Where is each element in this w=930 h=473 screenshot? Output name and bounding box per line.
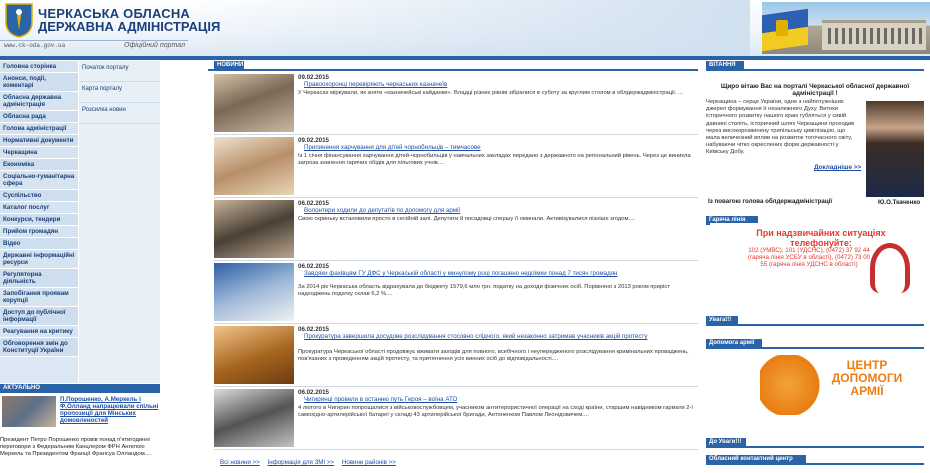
news-image[interactable] <box>214 263 294 321</box>
news-image[interactable] <box>214 74 294 132</box>
left-navigation: Головна сторінка Анонси, події, коментар… <box>0 61 78 383</box>
emergency-title: При надзвичайних ситуаціях телефонуйте: <box>756 228 886 248</box>
all-news-link[interactable]: Всі новини >> <box>220 459 260 466</box>
header: ЧЕРКАСЬКА ОБЛАСНА ДЕРЖАВНА АДМІНІСТРАЦІЯ… <box>0 0 930 58</box>
news-item: 09.02.2015 Правоохоронці перевіряють чер… <box>214 74 698 135</box>
news-title-link[interactable]: Завдяки фахівцям ГУ ДФС у Черкаській обл… <box>304 270 694 277</box>
building-windows <box>828 28 922 44</box>
greeting-text: Черкащина – серце України, одне з найпот… <box>706 99 855 156</box>
nav-item[interactable]: Анонси, події, коментарі <box>0 73 78 92</box>
news-text: Прокуратура Черкаської області продовжує… <box>298 349 689 363</box>
news-item: 06.02.2015 Чигиринці провели в останню п… <box>214 389 698 450</box>
news-item: 06.02.2015 Волонтери ходили до депутатів… <box>214 200 698 261</box>
nav-item[interactable]: Прийом громадян <box>0 226 78 238</box>
portal-label: Офіційний портал <box>124 42 186 49</box>
right-column: ВІТАННЯ Щиро вітаю Вас на порталі Черкас… <box>706 61 924 473</box>
nav-item[interactable]: Голова адміністрації <box>0 123 78 135</box>
news-title-link[interactable]: Припинення харчування для дітей чорнобил… <box>304 144 694 151</box>
district-news-link[interactable]: Новини районів >> <box>342 459 396 466</box>
nav-item[interactable]: Державні інформаційні ресурси <box>0 250 78 269</box>
news-title-link[interactable]: Правоохоронці перевіряють черкаських каз… <box>304 81 694 88</box>
news-date: 09.02.2015 <box>298 137 329 144</box>
actual-image[interactable] <box>2 396 56 427</box>
nav-item[interactable]: Відео <box>0 238 78 250</box>
greeting-title: Щиро вітаю Вас на порталі Черкаської обл… <box>720 83 910 97</box>
news-title-link[interactable]: Волонтери ходили до депутатів по допомог… <box>304 207 694 214</box>
news-text: Свою скриньку встановили просто в сесійн… <box>298 216 635 222</box>
actual-text: Президент Петро Порошенко провів понад п… <box>0 437 152 457</box>
actual-title-link[interactable]: П.Порошенко, А.Меркель і Ф.Олланд напрац… <box>60 396 160 424</box>
news-date: 06.02.2015 <box>298 326 329 333</box>
news-image[interactable] <box>214 389 294 447</box>
governor-name: Ю.О.Ткаченко <box>878 199 921 206</box>
trident-icon <box>776 20 788 36</box>
nav-item[interactable]: Нормативні документи <box>0 135 78 147</box>
emergency-phones: 102 (УМВС), 101 (УДСНС), (0472) 37 92 44… <box>747 247 871 268</box>
nav-item[interactable]: Головна сторінка <box>0 61 78 73</box>
header-divider <box>0 40 188 41</box>
nav-item[interactable]: Обласна рада <box>0 111 78 123</box>
attention-divider-2 <box>706 446 924 448</box>
news-image[interactable] <box>214 326 294 384</box>
nav-item[interactable]: Реагування на критику <box>0 326 78 338</box>
site-title-line2[interactable]: ДЕРЖАВНА АДМІНІСТРАЦІЯ <box>38 19 220 34</box>
governor-caption: Із повагою голова облдержадміністрації <box>708 198 833 205</box>
subnav-home[interactable]: Початок порталу <box>79 61 160 82</box>
army-help-text: ЦЕНТР ДОПОМОГИ АРМІЇ <box>831 358 903 398</box>
attention-divider-1 <box>706 324 924 326</box>
nav-item[interactable]: Черкащина <box>0 147 78 159</box>
news-title-link[interactable]: Чигиринці провели в останню путь Героя –… <box>304 396 694 403</box>
page: ЧЕРКАСЬКА ОБЛАСНА ДЕРЖАВНА АДМІНІСТРАЦІЯ… <box>0 0 930 473</box>
coat-of-arms-icon[interactable] <box>4 2 34 38</box>
news-text: За 2014 рік Черкаська область відрахувал… <box>298 284 670 298</box>
contact-center-divider <box>706 463 924 465</box>
news-title-link[interactable]: Прокуратура завершила досудове розслідув… <box>304 333 694 340</box>
news-item: 06.02.2015 Прокуратура завершила досудов… <box>214 326 698 387</box>
greeting-divider <box>706 69 924 71</box>
greeting-more-link[interactable]: Докладніше >> <box>814 164 861 171</box>
header-gradient <box>190 0 750 58</box>
news-date: 06.02.2015 <box>298 263 329 270</box>
emergency-banner[interactable]: При надзвичайних ситуаціях телефонуйте: … <box>710 223 924 309</box>
top-bar <box>0 56 930 60</box>
news-footer-links: Всі новини >> Інформація для ЗМІ >> Нови… <box>220 459 402 466</box>
nav-item[interactable]: Доступ до публічної інформації <box>0 307 78 326</box>
news-section: НОВИНИ 09.02.2015 Правоохоронці перевіря… <box>208 61 698 473</box>
news-item: 06.02.2015 Завдяки фахівцям ГУ ДФС у Чер… <box>214 263 698 324</box>
news-date: 06.02.2015 <box>298 389 329 396</box>
army-help-banner[interactable]: ЦЕНТР ДОПОМОГИ АРМІЇ <box>760 349 924 429</box>
subnav-sitemap[interactable]: Карта порталу <box>79 82 160 103</box>
phone-icon <box>870 243 910 293</box>
nav-item[interactable]: Запобігання проявам корупції <box>0 288 78 307</box>
nav-item[interactable]: Обласна державна адміністрація <box>0 92 78 111</box>
secondary-navigation: Початок порталу Карта порталу Розсилка н… <box>78 61 160 383</box>
nav-item[interactable]: Соціально-гуманітарна сфера <box>0 171 78 190</box>
nav-item[interactable]: Обговорення змін до Конституції України <box>0 338 78 357</box>
nav-item[interactable]: Економіка <box>0 159 78 171</box>
nav-item[interactable]: Каталог послуг <box>0 202 78 214</box>
news-divider <box>208 69 698 71</box>
news-text: Із 1 січня фінансування харчування дітей… <box>298 153 691 167</box>
nav-item[interactable]: Регуляторна діяльність <box>0 269 78 288</box>
nav-item[interactable]: Конкурси, тендери <box>0 214 78 226</box>
news-text: У Черкасах міркували, як зняти «казначей… <box>298 90 683 96</box>
news-image[interactable] <box>214 200 294 258</box>
media-info-link[interactable]: Інформація для ЗМІ >> <box>267 459 334 466</box>
actual-header: АКТУАЛЬНО <box>0 384 160 393</box>
news-date: 06.02.2015 <box>298 200 329 207</box>
news-image[interactable] <box>214 137 294 195</box>
news-text: 4 лютого в Чигирин попрощалися з військо… <box>298 405 693 419</box>
subnav-newsletter[interactable]: Розсилка новин <box>79 103 160 124</box>
handshake-icon <box>760 355 830 415</box>
news-item: 09.02.2015 Припинення харчування для діт… <box>214 137 698 198</box>
news-date: 09.02.2015 <box>298 74 329 81</box>
governor-photo <box>866 101 924 197</box>
nav-item[interactable]: Суспільство <box>0 190 78 202</box>
header-photo <box>762 2 930 54</box>
site-url: www.ck-oda.gov.ua <box>4 42 66 49</box>
